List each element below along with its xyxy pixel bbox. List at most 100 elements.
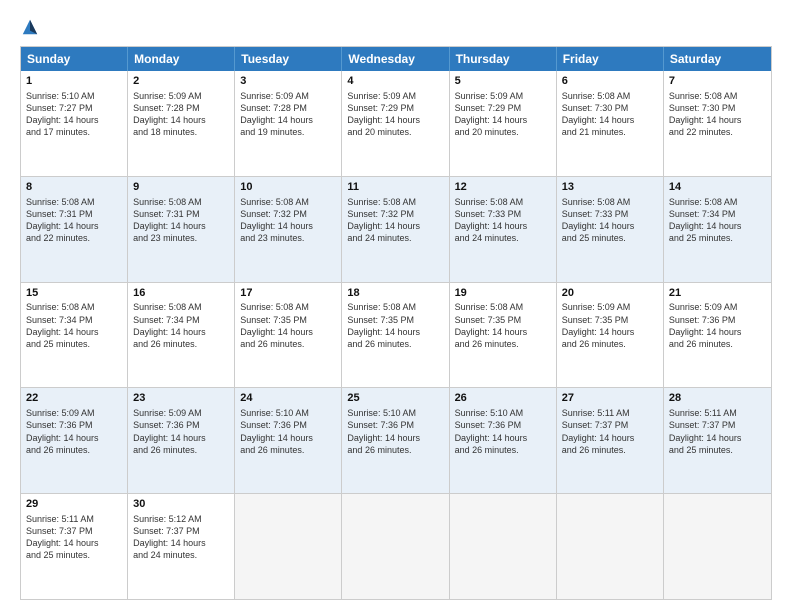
day-info-line: Sunset: 7:27 PM [26,102,122,114]
day-number: 26 [455,391,551,406]
day-info-line: and 25 minutes. [669,444,766,456]
day-info-line: Daylight: 14 hours [562,326,658,338]
day-number: 2 [133,74,229,89]
day-info-line: and 26 minutes. [347,338,443,350]
day-info-line: Daylight: 14 hours [455,114,551,126]
calendar-header: SundayMondayTuesdayWednesdayThursdayFrid… [21,47,771,71]
day-info-line: and 26 minutes. [669,338,766,350]
day-number: 3 [240,74,336,89]
day-info-line: Sunrise: 5:08 AM [240,301,336,313]
day-info-line: Sunrise: 5:08 AM [669,196,766,208]
day-number: 14 [669,180,766,195]
day-info-line: Daylight: 14 hours [240,326,336,338]
day-info-line: Sunset: 7:37 PM [26,525,122,537]
day-info-line: Sunset: 7:30 PM [669,102,766,114]
day-info-line: Daylight: 14 hours [347,220,443,232]
day-info-line: Sunset: 7:36 PM [347,419,443,431]
day-info-line: Daylight: 14 hours [347,326,443,338]
calendar-day-18: 18Sunrise: 5:08 AMSunset: 7:35 PMDayligh… [342,283,449,388]
header-day-tuesday: Tuesday [235,47,342,71]
calendar-day-7: 7Sunrise: 5:08 AMSunset: 7:30 PMDaylight… [664,71,771,176]
day-info-line: and 24 minutes. [347,232,443,244]
calendar-day-20: 20Sunrise: 5:09 AMSunset: 7:35 PMDayligh… [557,283,664,388]
day-info-line: and 26 minutes. [133,338,229,350]
day-info-line: Sunrise: 5:08 AM [133,196,229,208]
day-number: 5 [455,74,551,89]
day-info-line: Sunrise: 5:08 AM [562,196,658,208]
day-info-line: and 26 minutes. [347,444,443,456]
day-info-line: Sunset: 7:28 PM [133,102,229,114]
day-number: 29 [26,497,122,512]
day-info-line: Sunset: 7:32 PM [347,208,443,220]
day-info-line: and 26 minutes. [562,338,658,350]
day-info-line: Sunrise: 5:08 AM [562,90,658,102]
day-info-line: Sunrise: 5:09 AM [133,90,229,102]
day-info-line: Sunset: 7:33 PM [455,208,551,220]
day-number: 24 [240,391,336,406]
day-info-line: Sunrise: 5:08 AM [26,301,122,313]
logo [20,18,39,36]
day-info-line: Sunset: 7:34 PM [133,314,229,326]
day-info-line: and 24 minutes. [133,549,229,561]
day-info-line: Sunset: 7:28 PM [240,102,336,114]
day-number: 20 [562,286,658,301]
day-info-line: Sunrise: 5:10 AM [455,407,551,419]
calendar-day-8: 8Sunrise: 5:08 AMSunset: 7:31 PMDaylight… [21,177,128,282]
calendar-day-13: 13Sunrise: 5:08 AMSunset: 7:33 PMDayligh… [557,177,664,282]
day-info-line: and 24 minutes. [455,232,551,244]
day-info-line: Daylight: 14 hours [455,432,551,444]
day-info-line: Daylight: 14 hours [669,326,766,338]
day-info-line: Daylight: 14 hours [455,326,551,338]
day-number: 28 [669,391,766,406]
calendar-day-23: 23Sunrise: 5:09 AMSunset: 7:36 PMDayligh… [128,388,235,493]
day-info-line: and 25 minutes. [669,232,766,244]
day-info-line: Daylight: 14 hours [347,114,443,126]
calendar-day-29: 29Sunrise: 5:11 AMSunset: 7:37 PMDayligh… [21,494,128,599]
calendar-week-4: 22Sunrise: 5:09 AMSunset: 7:36 PMDayligh… [21,387,771,493]
calendar-day-16: 16Sunrise: 5:08 AMSunset: 7:34 PMDayligh… [128,283,235,388]
day-info-line: and 23 minutes. [133,232,229,244]
day-info-line: Daylight: 14 hours [26,326,122,338]
day-info-line: Sunset: 7:36 PM [669,314,766,326]
day-info-line: Sunrise: 5:11 AM [669,407,766,419]
calendar-day-10: 10Sunrise: 5:08 AMSunset: 7:32 PMDayligh… [235,177,342,282]
day-info-line: Daylight: 14 hours [669,220,766,232]
day-number: 13 [562,180,658,195]
day-info-line: and 26 minutes. [240,444,336,456]
day-info-line: Sunrise: 5:09 AM [26,407,122,419]
day-info-line: Daylight: 14 hours [562,114,658,126]
calendar-day-28: 28Sunrise: 5:11 AMSunset: 7:37 PMDayligh… [664,388,771,493]
day-info-line: Sunrise: 5:11 AM [562,407,658,419]
day-info-line: and 26 minutes. [562,444,658,456]
day-info-line: and 22 minutes. [669,126,766,138]
day-info-line: and 23 minutes. [240,232,336,244]
calendar-day-2: 2Sunrise: 5:09 AMSunset: 7:28 PMDaylight… [128,71,235,176]
calendar-day-17: 17Sunrise: 5:08 AMSunset: 7:35 PMDayligh… [235,283,342,388]
calendar: SundayMondayTuesdayWednesdayThursdayFrid… [20,46,772,600]
day-info-line: Sunrise: 5:08 AM [669,90,766,102]
day-info-line: Daylight: 14 hours [26,220,122,232]
day-info-line: Daylight: 14 hours [133,537,229,549]
logo-icon [21,18,39,36]
day-number: 9 [133,180,229,195]
day-info-line: Sunset: 7:34 PM [26,314,122,326]
day-info-line: and 25 minutes. [562,232,658,244]
calendar-week-3: 15Sunrise: 5:08 AMSunset: 7:34 PMDayligh… [21,282,771,388]
day-info-line: Sunset: 7:37 PM [669,419,766,431]
calendar-day-26: 26Sunrise: 5:10 AMSunset: 7:36 PMDayligh… [450,388,557,493]
day-info-line: Sunrise: 5:10 AM [240,407,336,419]
calendar-empty [235,494,342,599]
page: SundayMondayTuesdayWednesdayThursdayFrid… [0,0,792,612]
day-info-line: Daylight: 14 hours [240,220,336,232]
day-info-line: Sunset: 7:32 PM [240,208,336,220]
day-info-line: Daylight: 14 hours [133,326,229,338]
calendar-day-27: 27Sunrise: 5:11 AMSunset: 7:37 PMDayligh… [557,388,664,493]
calendar-day-14: 14Sunrise: 5:08 AMSunset: 7:34 PMDayligh… [664,177,771,282]
day-info-line: Sunrise: 5:09 AM [133,407,229,419]
day-info-line: Sunset: 7:34 PM [669,208,766,220]
day-info-line: Sunset: 7:33 PM [562,208,658,220]
calendar-empty [664,494,771,599]
day-info-line: Sunrise: 5:08 AM [26,196,122,208]
day-info-line: Sunrise: 5:10 AM [26,90,122,102]
day-number: 25 [347,391,443,406]
